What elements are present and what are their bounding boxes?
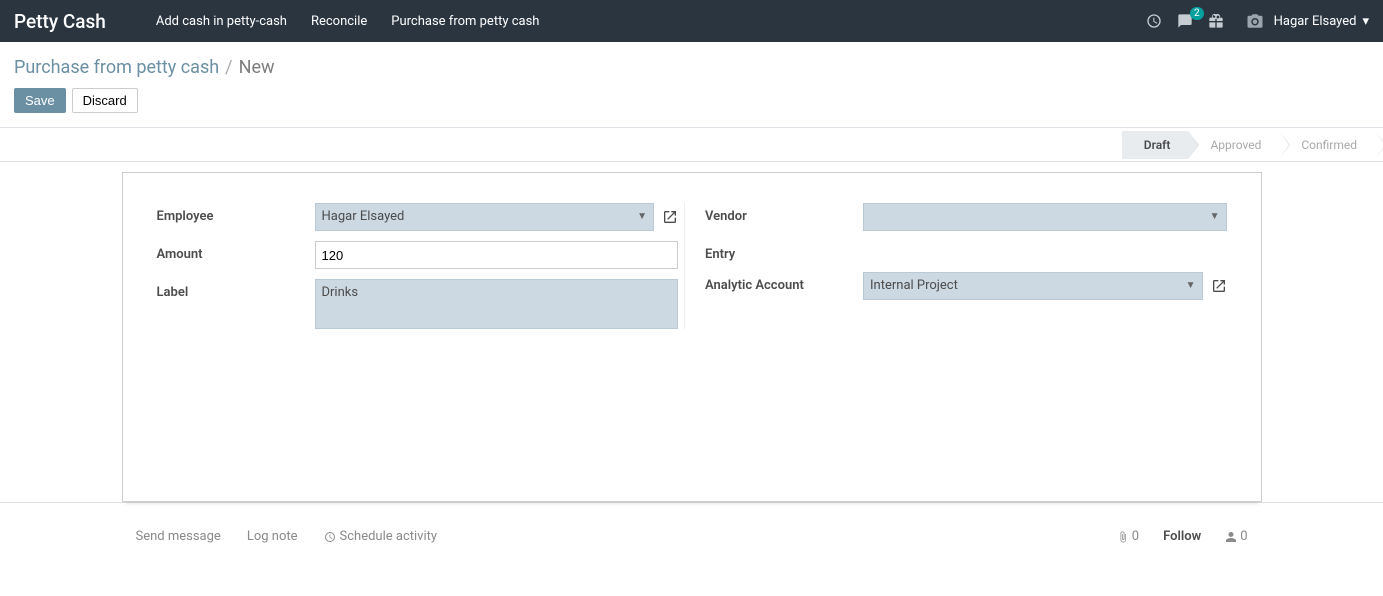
breadcrumb-parent[interactable]: Purchase from petty cash bbox=[14, 57, 219, 78]
status-confirmed[interactable]: Confirmed bbox=[1279, 131, 1375, 159]
nav-link-add-cash[interactable]: Add cash in petty-cash bbox=[156, 14, 287, 29]
label-analytic: Analytic Account bbox=[705, 272, 863, 293]
person-icon bbox=[1225, 531, 1237, 543]
field-analytic: Analytic Account Internal Project ▼ bbox=[705, 272, 1227, 300]
chatter: Send message Log note Schedule activity … bbox=[0, 502, 1383, 570]
paperclip-icon bbox=[1117, 531, 1129, 543]
chevron-down-icon: ▼ bbox=[1186, 278, 1196, 294]
messages-badge: 2 bbox=[1190, 7, 1204, 20]
clock-icon bbox=[324, 531, 336, 543]
label-employee: Employee bbox=[157, 203, 315, 224]
field-entry: Entry bbox=[705, 241, 1227, 262]
brand[interactable]: Petty Cash bbox=[14, 10, 106, 33]
form-sheet-wrap: Employee Hagar Elsayed ▼ Amount bbox=[0, 162, 1383, 502]
send-message-button[interactable]: Send message bbox=[136, 529, 221, 544]
navbar: Petty Cash Add cash in petty-cash Reconc… bbox=[0, 0, 1383, 42]
label-entry: Entry bbox=[705, 241, 863, 262]
amount-input[interactable] bbox=[315, 241, 679, 269]
vendor-input[interactable]: ▼ bbox=[863, 203, 1227, 231]
clock-icon[interactable] bbox=[1146, 13, 1162, 29]
breadcrumb-separator: / bbox=[225, 57, 232, 78]
status-approved[interactable]: Approved bbox=[1188, 131, 1279, 159]
label-input[interactable] bbox=[315, 279, 679, 329]
field-employee: Employee Hagar Elsayed ▼ bbox=[157, 203, 679, 231]
employee-input[interactable]: Hagar Elsayed ▼ bbox=[315, 203, 655, 231]
chevron-down-icon: ▼ bbox=[1210, 209, 1220, 225]
camera-icon bbox=[1244, 12, 1266, 30]
label-vendor: Vendor bbox=[705, 203, 863, 224]
log-note-button[interactable]: Log note bbox=[247, 529, 298, 544]
form-sheet: Employee Hagar Elsayed ▼ Amount bbox=[122, 172, 1262, 502]
breadcrumb: Purchase from petty cash / New bbox=[14, 57, 1369, 78]
chevron-down-icon: ▾ bbox=[1362, 14, 1369, 29]
schedule-activity-button[interactable]: Schedule activity bbox=[324, 529, 438, 544]
external-link-icon[interactable] bbox=[1211, 278, 1227, 294]
gift-icon[interactable] bbox=[1208, 13, 1224, 29]
action-buttons: Save Discard bbox=[14, 88, 1369, 113]
discard-button[interactable]: Discard bbox=[72, 88, 138, 113]
attachments-indicator[interactable]: 0 bbox=[1117, 529, 1139, 544]
follow-button[interactable]: Follow bbox=[1163, 529, 1201, 544]
label-label: Label bbox=[157, 279, 315, 300]
breadcrumb-current: New bbox=[239, 57, 275, 78]
nav-link-purchase[interactable]: Purchase from petty cash bbox=[391, 14, 539, 29]
label-amount: Amount bbox=[157, 241, 315, 262]
messages-icon[interactable]: 2 bbox=[1176, 13, 1194, 29]
statusbar: Draft Approved Confirmed bbox=[0, 128, 1383, 162]
external-link-icon[interactable] bbox=[662, 209, 678, 225]
chevron-down-icon: ▼ bbox=[637, 209, 647, 225]
status-draft[interactable]: Draft bbox=[1122, 131, 1189, 159]
field-vendor: Vendor ▼ bbox=[705, 203, 1227, 231]
analytic-input[interactable]: Internal Project ▼ bbox=[863, 272, 1203, 300]
user-name: Hagar Elsayed bbox=[1274, 14, 1357, 29]
nav-link-reconcile[interactable]: Reconcile bbox=[311, 14, 367, 29]
field-label: Label bbox=[157, 279, 679, 329]
save-button[interactable]: Save bbox=[14, 88, 66, 113]
control-panel: Purchase from petty cash / New Save Disc… bbox=[0, 42, 1383, 128]
user-menu[interactable]: Hagar Elsayed ▾ bbox=[1244, 12, 1369, 30]
field-amount: Amount bbox=[157, 241, 679, 269]
followers-indicator[interactable]: 0 bbox=[1225, 529, 1247, 544]
